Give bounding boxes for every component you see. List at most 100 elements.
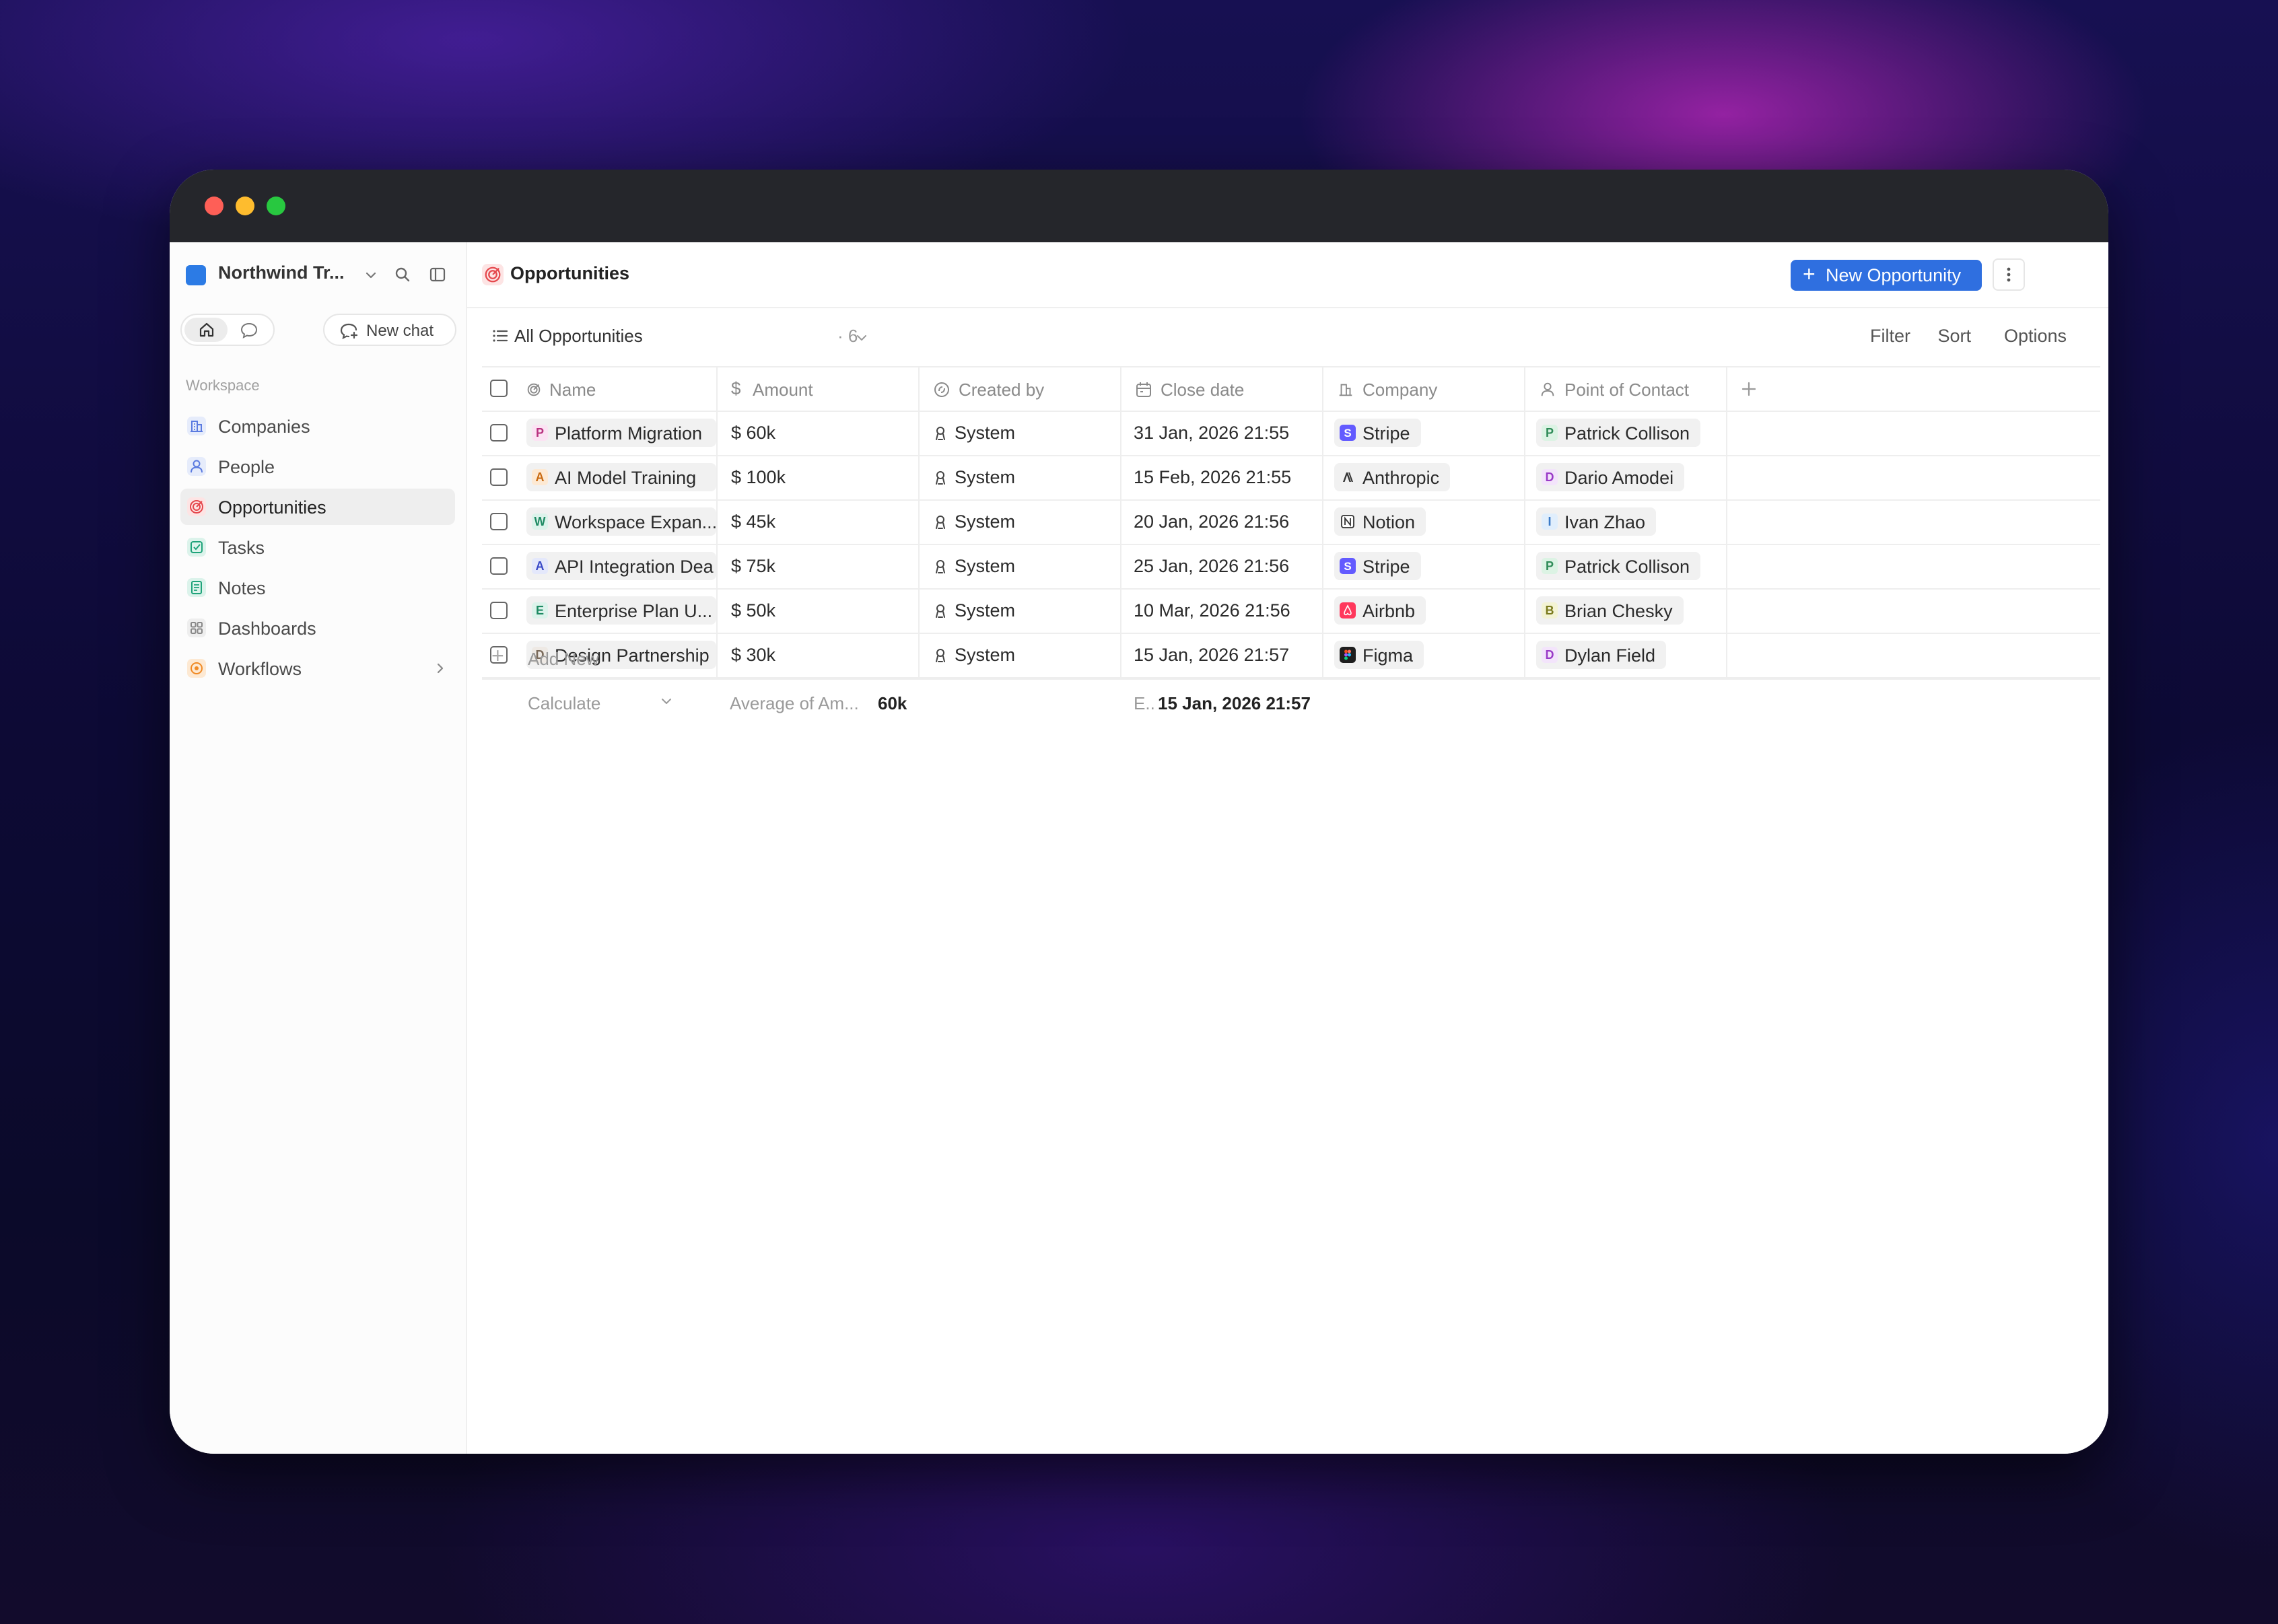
close-date-cell[interactable]: 20 Jan, 2026 21:56: [1121, 499, 1323, 544]
column-header-company[interactable]: Company: [1323, 367, 1525, 411]
contact-cell[interactable]: D Dario Amodei: [1525, 455, 1727, 499]
company-cell[interactable]: Airbnb: [1323, 588, 1525, 633]
table-row[interactable]: W Workspace Expan... $ 45k System 20 Jan, 20…: [482, 499, 2100, 545]
table-row[interactable]: P Platform Migration $ 60k System 31 Jan, 20…: [482, 411, 2100, 456]
contact-cell[interactable]: I Ivan Zhao: [1525, 499, 1727, 544]
company-chip[interactable]: Notion: [1334, 507, 1426, 536]
opportunity-chip[interactable]: P Platform Migration: [526, 419, 716, 447]
company-cell[interactable]: Anthropic: [1323, 455, 1525, 499]
sidebar-item-dashboards[interactable]: Dashboards: [180, 610, 455, 646]
created-by-cell[interactable]: System: [920, 499, 1121, 544]
filter-button[interactable]: Filter: [1870, 326, 1910, 347]
contact-cell[interactable]: P Patrick Collison: [1525, 411, 1727, 455]
amount-cell[interactable]: $ 75k: [718, 544, 920, 588]
page-header: Opportunities + New Opportunity: [467, 242, 2108, 308]
company-cell[interactable]: S Stripe: [1323, 411, 1525, 455]
workspace-name[interactable]: Northwind Tr...: [218, 262, 345, 283]
row-checkbox[interactable]: [490, 602, 508, 619]
grid-icon: [187, 619, 206, 637]
new-opportunity-button[interactable]: + New Opportunity: [1791, 260, 1982, 291]
created-by-cell[interactable]: System: [920, 455, 1121, 499]
amount-cell[interactable]: $ 45k: [718, 499, 920, 544]
minimize-window-button[interactable]: [236, 197, 254, 215]
search-icon[interactable]: [393, 265, 412, 284]
contact-chip[interactable]: D Dario Amodei: [1536, 463, 1685, 491]
amount-value: $ 60k: [731, 423, 776, 443]
select-all-checkbox[interactable]: [490, 380, 508, 397]
opportunity-chip[interactable]: A API Integration Dea: [526, 552, 716, 580]
name-cell[interactable]: E Enterprise Plan U...: [516, 588, 718, 633]
amount-cell[interactable]: $ 60k: [718, 411, 920, 455]
column-header-created-by[interactable]: Created by: [920, 367, 1121, 411]
chevron-down-icon[interactable]: [855, 331, 868, 345]
chevron-down-icon[interactable]: [660, 695, 673, 708]
close-window-button[interactable]: [205, 197, 223, 215]
close-date-cell[interactable]: 31 Jan, 2026 21:55: [1121, 411, 1323, 455]
sidebar-item-companies[interactable]: Companies: [180, 408, 455, 444]
chevron-right-icon[interactable]: [432, 657, 448, 680]
aggregate-date-label[interactable]: E..: [1134, 693, 1155, 714]
column-header-name[interactable]: Name: [516, 367, 718, 411]
home-tab[interactable]: [184, 318, 228, 342]
created-by-cell[interactable]: System: [920, 411, 1121, 455]
maximize-window-button[interactable]: [267, 197, 285, 215]
contact-chip[interactable]: I Ivan Zhao: [1536, 507, 1657, 536]
table-row[interactable]: A API Integration Dea $ 75k System 25 Jan, 2…: [482, 544, 2100, 590]
name-cell[interactable]: P Platform Migration: [516, 411, 718, 455]
company-cell[interactable]: S Stripe: [1323, 544, 1525, 588]
company-chip[interactable]: S Stripe: [1334, 552, 1421, 580]
row-checkbox[interactable]: [490, 513, 508, 530]
amount-cell[interactable]: $ 100k: [718, 455, 920, 499]
new-chat-button[interactable]: New chat: [323, 314, 456, 346]
column-header-point-of-contact[interactable]: Point of Contact: [1525, 367, 1727, 411]
sidebar-item-opportunities[interactable]: Opportunities: [180, 489, 455, 525]
name-cell[interactable]: W Workspace Expan...: [516, 499, 718, 544]
contact-chip[interactable]: P Patrick Collison: [1536, 552, 1701, 580]
name-cell[interactable]: A API Integration Dea: [516, 544, 718, 588]
sidebar-item-tasks[interactable]: Tasks: [180, 529, 455, 565]
contact-cell[interactable]: P Patrick Collison: [1525, 544, 1727, 588]
contact-chip[interactable]: P Patrick Collison: [1536, 419, 1701, 447]
table-row[interactable]: E Enterprise Plan U... $ 50k System 10 Mar, …: [482, 588, 2100, 634]
column-header-close-date[interactable]: Close date: [1121, 367, 1323, 411]
row-checkbox[interactable]: [490, 424, 508, 442]
more-options-button[interactable]: [1993, 258, 2025, 291]
close-date-cell[interactable]: 15 Feb, 2026 21:55: [1121, 455, 1323, 499]
opportunity-chip[interactable]: A AI Model Training: [526, 463, 716, 491]
sidebar-item-label: Dashboards: [218, 619, 316, 639]
company-chip[interactable]: Anthropic: [1334, 463, 1451, 491]
company-chip[interactable]: S Stripe: [1334, 419, 1421, 447]
created-by-cell[interactable]: System: [920, 544, 1121, 588]
row-checkbox[interactable]: [490, 468, 508, 486]
view-selector[interactable]: All Opportunities: [514, 326, 643, 347]
app-window: Northwind Tr... New chat Workspace Compa…: [170, 170, 2108, 1454]
workspace-logo[interactable]: [186, 265, 206, 285]
chevron-down-icon[interactable]: [364, 268, 378, 283]
company-chip[interactable]: Airbnb: [1334, 596, 1426, 625]
sort-button[interactable]: Sort: [1937, 326, 1971, 347]
opportunity-chip[interactable]: W Workspace Expan...: [526, 507, 716, 536]
sidebar-item-notes[interactable]: Notes: [180, 569, 455, 606]
table-row[interactable]: A AI Model Training $ 100k System 15 Feb, 20…: [482, 455, 2100, 501]
close-date-cell[interactable]: 10 Mar, 2026 21:56: [1121, 588, 1323, 633]
opportunity-chip[interactable]: E Enterprise Plan U...: [526, 596, 716, 625]
created-by-cell[interactable]: System: [920, 588, 1121, 633]
sidebar-item-people[interactable]: People: [180, 448, 455, 485]
chat-icon[interactable]: [240, 322, 258, 339]
sidebar-item-workflows[interactable]: Workflows: [180, 650, 455, 686]
close-date-cell[interactable]: 25 Jan, 2026 21:56: [1121, 544, 1323, 588]
airbnb-logo-icon: [1340, 602, 1356, 619]
aggregate-amount-label[interactable]: Average of Am...: [730, 693, 859, 714]
row-checkbox[interactable]: [490, 557, 508, 575]
column-header-amount[interactable]: $ Amount: [718, 367, 920, 411]
company-cell[interactable]: Notion: [1323, 499, 1525, 544]
options-button[interactable]: Options: [2004, 326, 2067, 347]
amount-cell[interactable]: $ 50k: [718, 588, 920, 633]
contact-chip[interactable]: B Brian Chesky: [1536, 596, 1684, 625]
contact-cell[interactable]: B Brian Chesky: [1525, 588, 1727, 633]
sidebar-toggle-icon[interactable]: [428, 265, 447, 284]
calculate-button[interactable]: Calculate: [528, 693, 600, 714]
name-cell[interactable]: A AI Model Training: [516, 455, 718, 499]
add-new-row[interactable]: + Add New: [482, 635, 2100, 680]
add-column-button[interactable]: [1727, 367, 1768, 411]
